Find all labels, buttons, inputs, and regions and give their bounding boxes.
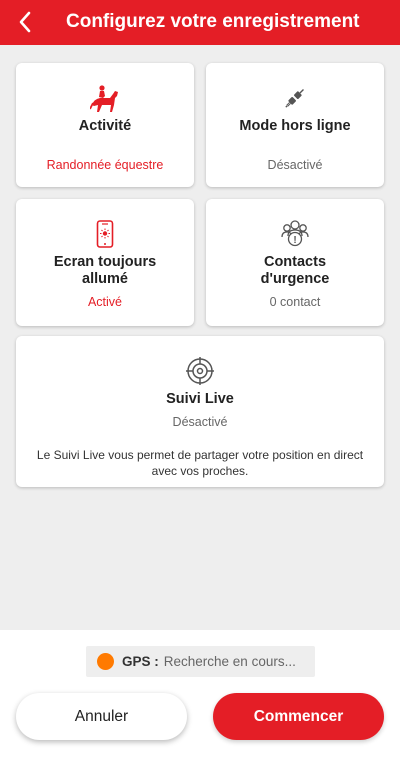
activity-title: Activité [78,118,132,134]
page-title: Configurez votre enregistrement [66,11,360,32]
live-tracking-title: Suivi Live [166,391,234,407]
offline-mode-title: Mode hors ligne [239,118,351,134]
horse-rider-icon [90,85,118,112]
emergency-contacts-title: Contacts d'urgence [260,254,330,287]
live-tracking-card[interactable]: Suivi Live Désactivé Le Suivi Live vous … [16,336,384,487]
live-tracking-description: Le Suivi Live vous permet de partager vo… [36,448,364,478]
contacts-group-icon: ! [281,220,309,247]
top-bar: Configurez votre enregistrement [0,0,400,45]
gps-status-text: Recherche en cours... [163,654,296,669]
activity-card[interactable]: Activité Randonnée équestre [16,63,194,187]
gps-label: GPS : [122,654,159,669]
screen-always-on-card[interactable]: Ecran toujours allumé Activé [16,199,194,326]
offline-mode-value: Désactivé [267,158,323,172]
gps-status-bar: GPS : Recherche en cours... [86,646,315,677]
gps-status-dot [97,653,114,670]
target-icon [186,357,214,385]
offline-mode-card[interactable]: Mode hors ligne Désactivé [206,63,384,187]
back-arrow-icon [19,11,31,33]
svg-text:!: ! [293,235,296,246]
screen-always-on-value: Activé [87,295,123,309]
cancel-button[interactable]: Annuler [16,693,187,740]
plug-icon [285,89,304,108]
emergency-contacts-card[interactable]: ! Contacts d'urgence 0 contact [206,199,384,326]
emergency-contacts-value: 0 contact [269,295,321,309]
live-tracking-value: Désactivé [172,415,228,429]
screen-always-on-title: Ecran toujours allumé [53,254,157,287]
footer-panel: GPS : Recherche en cours... Annuler Comm… [0,630,400,768]
phone-brightness-icon [96,220,114,248]
start-button[interactable]: Commencer [213,693,384,740]
back-button[interactable] [12,9,38,35]
activity-value: Randonnée équestre [46,158,164,172]
